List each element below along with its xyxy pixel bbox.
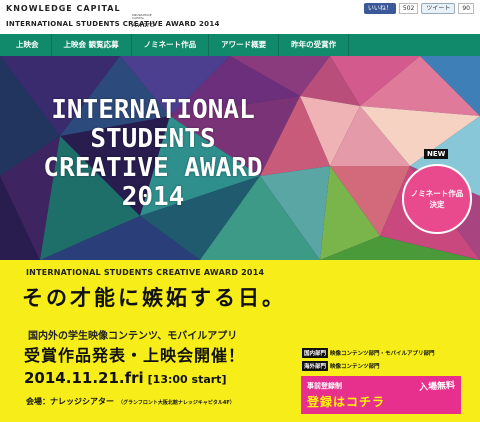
nominees-line-2: 決定	[429, 200, 445, 209]
event-date-value: 2014.11.21.fri	[24, 369, 144, 387]
event-info-section: INTERNATIONAL STUDENTS CREATIVE AWARD 20…	[0, 260, 480, 422]
hero-title-line-4: 2014	[121, 182, 185, 212]
register-pre-label: 事前登録制	[307, 382, 342, 390]
award-logo-small-text: KNOWLEDGE CAPITAL	[132, 13, 152, 20]
hero-title: INTERNATIONAL STUDENTS CREATIVE AWARD 20…	[28, 96, 278, 212]
event-date: 2014.11.21.fri [13:00 start]	[24, 369, 226, 387]
award-logo-word: Award	[132, 21, 155, 29]
admission-free-label: 入場無料	[418, 381, 456, 393]
nav-item-screening-apply[interactable]: 上映会 観覧応募	[52, 34, 132, 56]
venue-name: 会場：ナレッジシアター	[26, 397, 114, 406]
hero-title-line-1: INTERNATIONAL	[51, 95, 255, 125]
event-announcement: 受賞作品発表・上映会開催！	[24, 346, 246, 365]
category-overseas: 海外部門 映像コンテンツ部門	[302, 361, 435, 371]
event-time: [13:00 start]	[147, 373, 227, 386]
main-nav: 上映会 上映会 観覧応募 ノミネート作品 アワード概要 昨年の受賞作	[0, 34, 480, 56]
hero-title-line-2: STUDENTS	[90, 124, 216, 154]
category-tag: 海外部門	[302, 361, 329, 371]
category-list: 国内部門 映像コンテンツ部門・モバイルアプリ部門 海外部門 映像コンテンツ部門	[302, 348, 435, 371]
event-heading: INTERNATIONAL STUDENTS CREATIVE AWARD 20…	[26, 268, 265, 277]
tweet-button[interactable]: ツイート	[421, 3, 456, 14]
award-logo[interactable]: KNOWLEDGE CAPITAL Award	[132, 14, 158, 30]
category-text: 映像コンテンツ部門・モバイルアプリ部門	[330, 351, 435, 357]
nav-item-last-year[interactable]: 昨年の受賞作	[279, 34, 350, 56]
tweet-count: 90	[458, 3, 474, 14]
nav-item-nominees[interactable]: ノミネート作品	[132, 34, 210, 56]
event-venue: 会場：ナレッジシアター （グランフロント大阪北館ナレッジキャピタル4F）	[26, 396, 235, 407]
nav-item-screening[interactable]: 上映会	[0, 34, 52, 56]
category-text: 映像コンテンツ部門	[330, 364, 380, 370]
catchcopy: その才能に嫉妬する日。	[22, 286, 286, 310]
hero-banner: INTERNATIONAL STUDENTS CREATIVE AWARD 20…	[0, 56, 480, 260]
brand-logo[interactable]: KNOWLEDGE CAPITAL	[6, 4, 121, 13]
event-subtitle: INTERNATIONAL STUDENTS CREATIVE AWARD 20…	[6, 20, 220, 28]
facebook-like-count: 502	[398, 3, 419, 14]
social-buttons: いいね！ 502 ツイート 90	[363, 3, 474, 14]
category-domestic: 国内部門 映像コンテンツ部門・モバイルアプリ部門	[302, 348, 435, 358]
register-main-label: 登録はコチラ	[307, 395, 386, 409]
nominees-line-1: ノミネート作品	[410, 189, 464, 198]
hero-title-line-3: CREATIVE AWARD	[43, 153, 263, 183]
facebook-like-button[interactable]: いいね！	[363, 3, 396, 14]
register-button[interactable]: 事前登録制 登録はコチラ 入場無料	[301, 376, 461, 414]
event-description: 国内外の学生映像コンテンツ、モバイルアプリ	[28, 331, 238, 342]
nav-item-award-overview[interactable]: アワード概要	[209, 34, 280, 56]
venue-detail: （グランフロント大阪北館ナレッジキャピタル4F）	[118, 400, 235, 406]
site-header: KNOWLEDGE CAPITAL INTERNATIONAL STUDENTS…	[0, 0, 480, 34]
category-tag: 国内部門	[302, 348, 329, 358]
new-badge: NEW	[424, 149, 449, 159]
nominees-announced-button[interactable]: ノミネート作品 決定	[402, 164, 472, 234]
